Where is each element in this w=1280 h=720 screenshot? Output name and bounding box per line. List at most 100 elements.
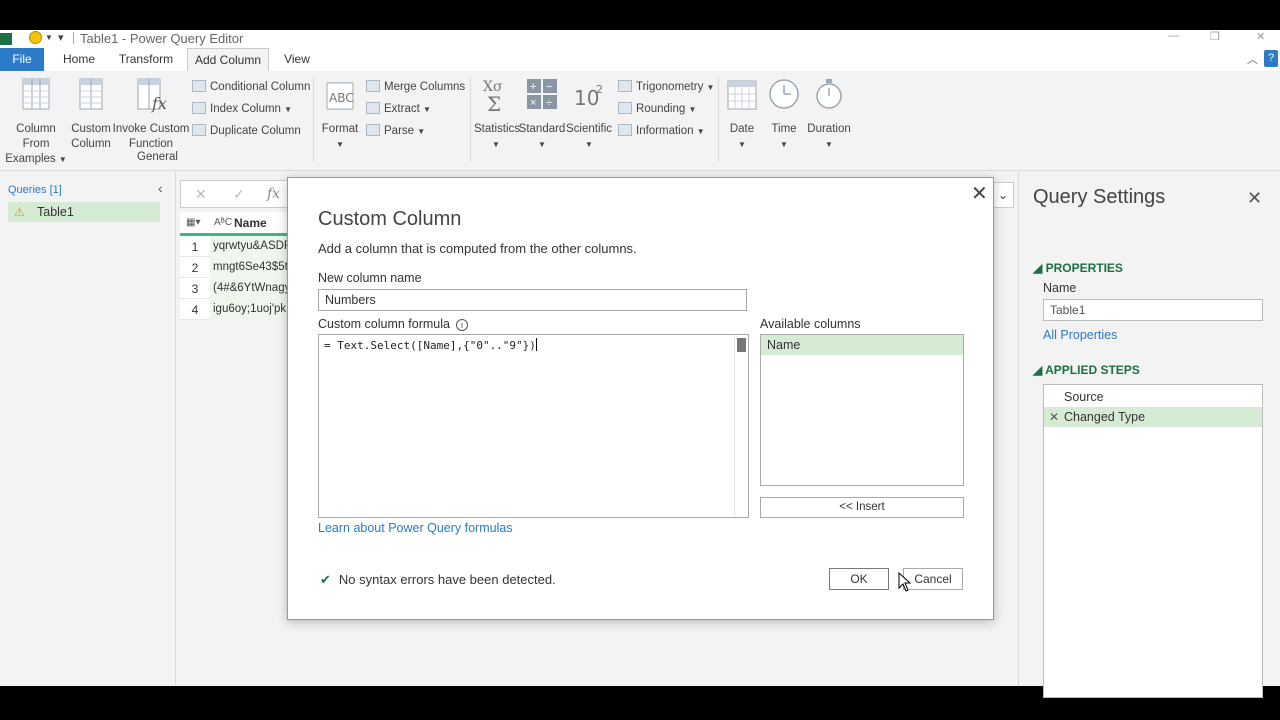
statistics-button[interactable]: Xσ Σ Statistics ▼ xyxy=(474,75,520,152)
chevron-down-icon: ▼ xyxy=(706,83,715,92)
scrollbar-thumb[interactable] xyxy=(737,338,746,352)
cancel-button[interactable]: Cancel xyxy=(903,568,963,590)
custom-column-label-1: Custom xyxy=(71,123,111,135)
scientific-button[interactable]: 10 2 Scientific ▼ xyxy=(566,75,612,152)
column-from-examples-button[interactable]: Column From Examples ▼ xyxy=(2,75,70,167)
properties-header[interactable]: ◢ PROPERTIES xyxy=(1033,261,1123,275)
tab-home[interactable]: Home xyxy=(56,48,102,71)
time-label: Time xyxy=(771,123,797,135)
clock-icon xyxy=(769,79,799,109)
cell-value[interactable]: mngt6Se43$5t xyxy=(210,257,290,278)
help-icon[interactable]: ? xyxy=(1264,50,1278,67)
all-properties-link[interactable]: All Properties xyxy=(1043,328,1117,342)
rounding-button[interactable]: Rounding ▼ xyxy=(618,99,696,119)
date-button[interactable]: Date ▼ xyxy=(722,75,762,152)
formula-bar: ✕ ✓ fx xyxy=(180,180,290,208)
format-icon: ABC xyxy=(326,82,354,110)
insert-button[interactable]: << Insert xyxy=(760,497,964,518)
cell-value[interactable]: yqrwtyu&ASDF xyxy=(210,236,290,257)
invoke-label-2: Function xyxy=(128,138,174,150)
cell-value[interactable]: igu6oy;1uoj'pk xyxy=(210,299,290,320)
info-icon[interactable]: i xyxy=(456,319,468,331)
trigonometry-button[interactable]: Trigonometry ▼ xyxy=(618,77,714,97)
syntax-status-text: No syntax errors have been detected. xyxy=(338,572,556,587)
formula-editor[interactable]: = Text.Select([Name],{"0".."9"}) xyxy=(318,334,749,518)
merge-columns-icon xyxy=(366,80,380,92)
learn-formulas-link[interactable]: Learn about Power Query formulas xyxy=(318,521,513,535)
row-number: 2 xyxy=(191,261,199,275)
cancel-formula-icon[interactable]: ✕ xyxy=(195,186,207,203)
step-source[interactable]: Source xyxy=(1044,387,1262,407)
column-from-examples-label-1: Column From xyxy=(16,123,56,150)
table-menu-icon[interactable]: ▦▾ xyxy=(186,217,200,228)
merge-columns-button[interactable]: Merge Columns xyxy=(366,77,465,97)
collapse-ribbon-icon[interactable]: ︿ xyxy=(1247,51,1258,67)
index-column-button[interactable]: Index Column ▼ xyxy=(192,99,292,119)
expand-formula-bar-icon[interactable]: ⌄ xyxy=(992,182,1014,208)
svg-text:−: − xyxy=(546,81,552,93)
column-header-name[interactable]: Name xyxy=(234,216,267,230)
text-type-icon[interactable]: AᴮC xyxy=(214,217,232,228)
delete-step-icon[interactable]: ✕ xyxy=(1049,407,1059,427)
close-icon[interactable]: ✕ xyxy=(971,181,988,206)
confirm-formula-icon[interactable]: ✓ xyxy=(233,186,245,203)
query-settings-title: Query Settings xyxy=(1033,186,1166,208)
ok-button[interactable]: OK xyxy=(829,568,889,590)
statistics-sigma-icon: Xσ Σ xyxy=(483,79,503,116)
tab-view[interactable]: View xyxy=(277,48,317,71)
duplicate-column-button[interactable]: Duplicate Column xyxy=(192,121,301,141)
query-item-table1[interactable]: ⚠ Table1 xyxy=(8,202,160,222)
standard-label: Standard xyxy=(518,123,566,135)
step-changed-type[interactable]: ✕ Changed Type xyxy=(1044,407,1262,427)
duration-button[interactable]: Duration ▼ xyxy=(806,75,852,152)
extract-button[interactable]: Extract ▼ xyxy=(366,99,431,119)
dialog-title: Custom Column xyxy=(318,208,462,230)
grid-header: ▦▾ AᴮC Name xyxy=(180,212,290,236)
custom-column-dialog: ✕ Custom Column Add a column that is com… xyxy=(287,177,994,620)
data-grid: ▦▾ AᴮC Name 1 yqrwtyu&ASDF 2 mngt6Se43$5… xyxy=(180,212,290,320)
customize-quick-access-icon[interactable]: ▾ xyxy=(58,31,64,44)
chevron-down-icon: ▼ xyxy=(336,140,344,149)
query-name-input[interactable]: Table1 xyxy=(1043,299,1263,321)
tab-file[interactable]: File xyxy=(0,48,44,71)
tab-transform[interactable]: Transform xyxy=(114,48,178,71)
formula-text[interactable]: = Text.Select([Name],{"0".."9"}) xyxy=(324,338,537,352)
standard-operators-icon: + − × ÷ xyxy=(527,79,557,109)
chevron-down-icon: ▼ xyxy=(688,105,697,114)
extract-label: Extract xyxy=(384,103,420,115)
available-columns-label: Available columns xyxy=(760,317,861,331)
close-window-icon[interactable]: ✕ xyxy=(1256,30,1265,43)
cell-value[interactable]: (4#&6YtWnagy xyxy=(210,278,290,299)
formula-scrollbar[interactable] xyxy=(734,335,748,517)
applied-steps-header[interactable]: ◢ APPLIED STEPS xyxy=(1033,363,1140,377)
formula-label-row: Custom column formula i xyxy=(318,317,468,331)
svg-text:ABC: ABC xyxy=(329,91,354,105)
format-button[interactable]: ABC Format ▼ xyxy=(318,75,362,152)
fx-icon[interactable]: fx xyxy=(267,186,280,202)
standard-button[interactable]: + − × ÷ Standard ▼ xyxy=(518,75,566,152)
row-number: 4 xyxy=(191,303,199,317)
chevron-down-icon[interactable]: ▼ xyxy=(45,33,53,42)
extract-icon xyxy=(366,102,380,114)
time-button[interactable]: Time ▼ xyxy=(764,75,804,152)
new-column-name-input[interactable]: Numbers xyxy=(318,289,747,311)
information-button[interactable]: Information ▼ xyxy=(618,121,705,141)
chevron-down-icon: ▼ xyxy=(585,140,593,149)
close-icon[interactable]: ✕ xyxy=(1247,188,1262,209)
collapse-pane-icon[interactable]: ‹ xyxy=(158,180,163,196)
smiley-feedback-icon[interactable] xyxy=(29,31,42,44)
parse-button[interactable]: Parse ▼ xyxy=(366,121,425,141)
triangle-icon: ◢ xyxy=(1033,363,1046,377)
available-columns-list: Name xyxy=(760,334,964,486)
available-column-item[interactable]: Name xyxy=(761,335,963,355)
invoke-custom-function-button[interactable]: fx Invoke Custom Function xyxy=(112,75,190,152)
custom-column-button[interactable]: Custom Column xyxy=(70,75,112,152)
ribbon-tab-bar: File Home Transform Add Column View ︿ ? xyxy=(0,48,1280,71)
tab-add-column[interactable]: Add Column xyxy=(187,48,269,71)
information-label: Information xyxy=(636,125,694,137)
restore-icon[interactable]: ❐ xyxy=(1210,30,1220,43)
svg-text:×: × xyxy=(530,97,536,109)
minimize-icon[interactable]: — xyxy=(1168,30,1179,42)
svg-text:2: 2 xyxy=(596,83,603,96)
conditional-column-button[interactable]: Conditional Column xyxy=(192,77,310,97)
